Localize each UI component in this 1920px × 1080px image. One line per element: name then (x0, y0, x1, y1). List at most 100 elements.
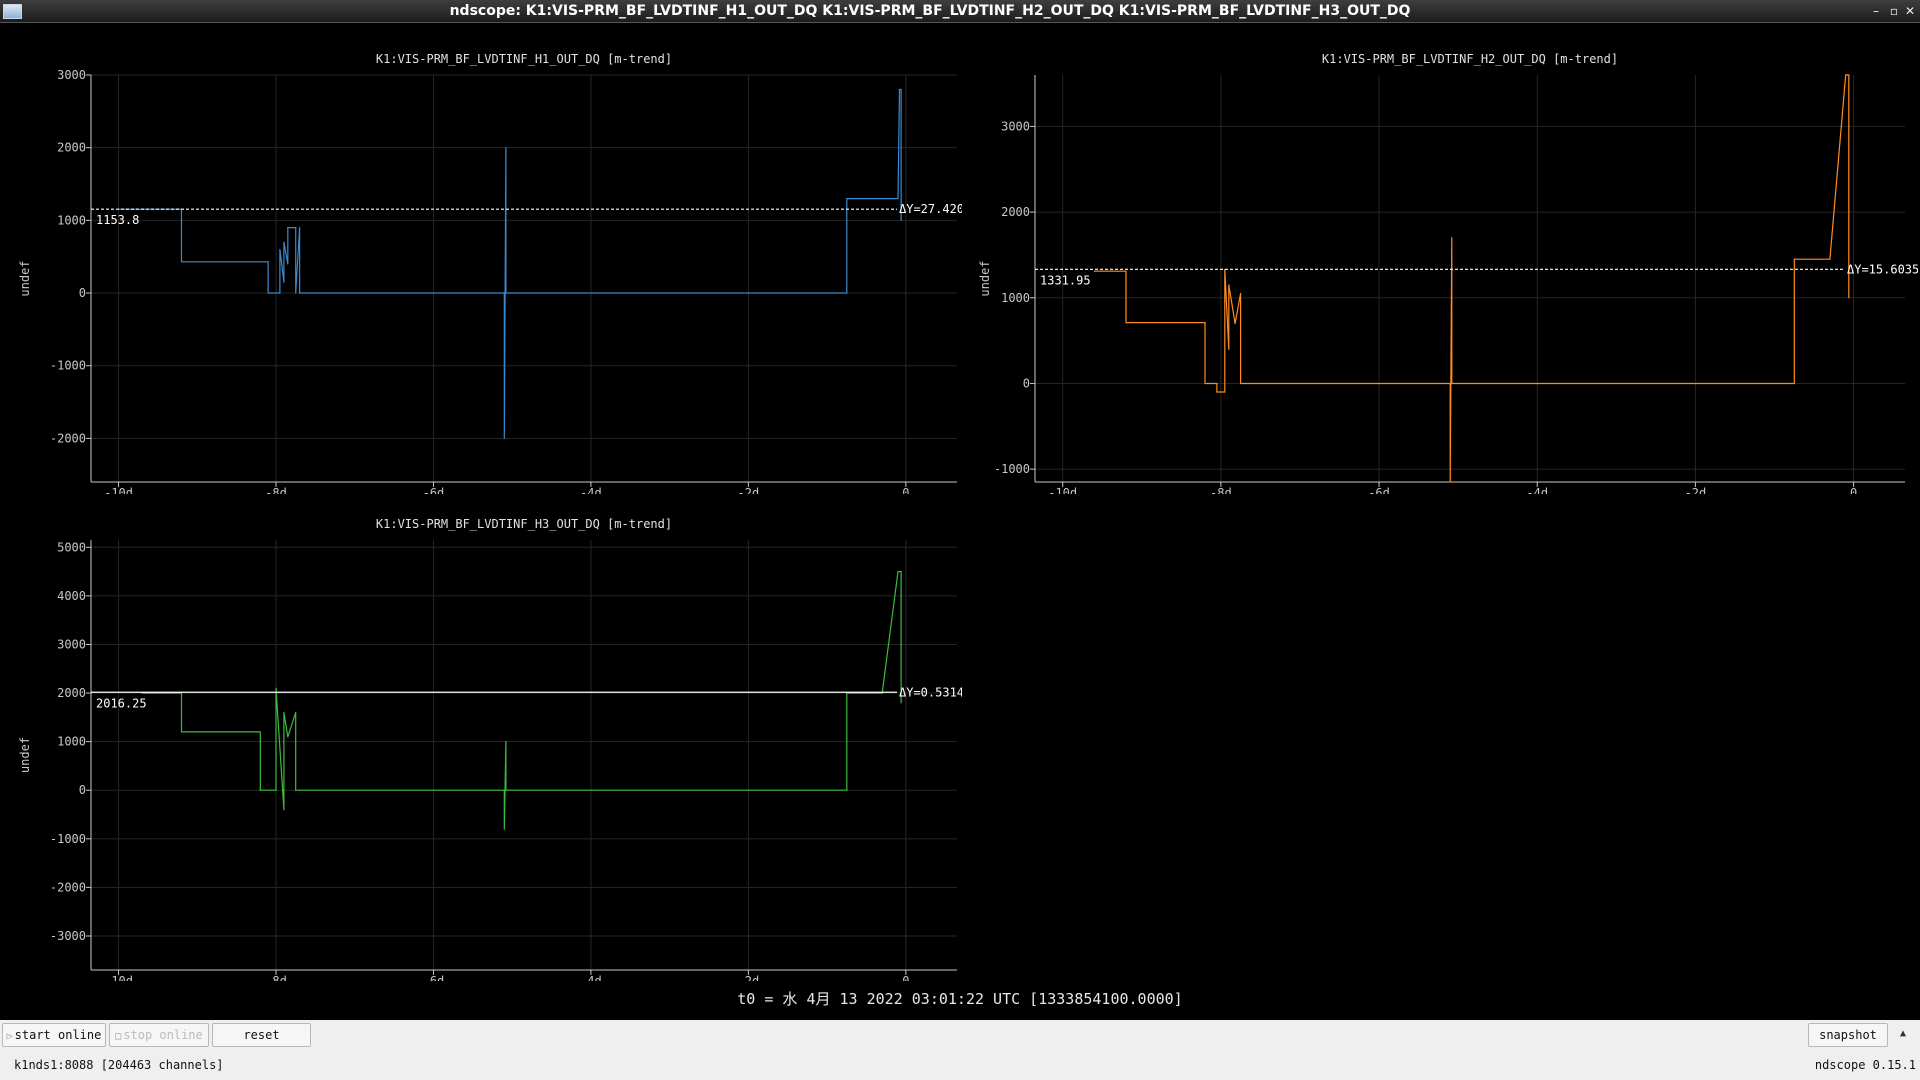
plot-area: -10d -8d -6d -4d -2d 0 -2000 -1000 0 1000 2000 3000… (2, 24, 1918, 1020)
window-title: ndscope: K1:VIS-PRM_BF_LVDTINF_H1_OUT_DQ… (449, 3, 1411, 19)
y-tick-label: -1000 (50, 359, 86, 373)
data-point (287, 736, 289, 738)
stop-online-button[interactable]: □ stop online (109, 1023, 209, 1047)
x-tick-label: -2d (738, 974, 760, 981)
data-point (900, 570, 902, 573)
data-point (846, 197, 848, 200)
y-tick-label: 0 (79, 783, 86, 797)
data-point (306, 292, 309, 294)
cursor-value-label: 1153.8 (96, 213, 139, 227)
minimize-button[interactable]: – (1868, 2, 1884, 20)
plot-title: K1:VIS-PRM_BF_LVDTINF_H2_OUT_DQ [m-trend… (1322, 52, 1618, 66)
data-point (275, 789, 277, 791)
data-point (503, 828, 505, 830)
y-axis-label: undef (18, 260, 32, 296)
stop-icon: □ (115, 1031, 122, 1042)
x-tick-label: -4d (1526, 486, 1548, 494)
data-point (505, 292, 507, 294)
data-point (299, 227, 301, 229)
plot-h2[interactable]: -10d -8d -6d -4d -2d 0 -1000 0 1000 2000 3000 K1:VI… (962, 24, 1918, 494)
x-tick-label: -8d (265, 974, 287, 981)
cursor-value-label: 2016.25 (96, 696, 147, 710)
y-tick-label: 3000 (57, 68, 86, 82)
data-point (1204, 382, 1206, 385)
y-tick-label: 3000 (1001, 119, 1030, 133)
y-tick-label: -1000 (994, 462, 1030, 476)
y-tick-label: -2000 (50, 431, 86, 445)
snapshot-button[interactable]: snapshot (1808, 1023, 1888, 1047)
t0-time-label: t0 = 水 4月 13 2022 03:01:22 UTC [13338541… (737, 990, 1183, 1008)
data-point (897, 570, 899, 573)
play-icon: ▷ (6, 1031, 13, 1042)
data-point (180, 731, 183, 733)
data-point (1449, 382, 1451, 385)
data-point (283, 241, 285, 243)
data-point (295, 789, 297, 791)
data-point (1243, 382, 1246, 385)
data-point (1125, 270, 1127, 272)
data-point (900, 219, 902, 221)
data-point (503, 437, 505, 439)
data-point (1228, 284, 1230, 286)
data-point (900, 88, 902, 91)
x-tick-label: -10d (104, 974, 133, 981)
close-button[interactable]: ✕ (1902, 2, 1918, 20)
data-point (295, 711, 297, 714)
y-tick-label: 1000 (57, 735, 86, 749)
data-point (259, 789, 261, 791)
window-titlebar[interactable]: ndscope: K1:VIS-PRM_BF_LVDTINF_H1_OUT_DQ… (0, 0, 1920, 23)
data-point (900, 702, 902, 704)
data-point (287, 227, 289, 229)
data-point (1125, 322, 1127, 324)
cursor-delta-label: ΔY=27.4208 (899, 202, 962, 216)
data-point (1093, 270, 1095, 272)
data-point (1216, 382, 1218, 385)
x-tick-label: -8d (1210, 486, 1232, 494)
data-point (1451, 382, 1453, 385)
x-tick-label: 0 (902, 974, 909, 981)
data-point (279, 248, 281, 251)
y-tick-label: 5000 (57, 540, 86, 554)
data-point (505, 789, 507, 791)
y-tick-label: 1000 (57, 213, 86, 227)
data-point (295, 292, 297, 294)
data-point (295, 227, 297, 229)
data-point (275, 687, 277, 689)
y-axis-label: undef (18, 737, 32, 773)
y-tick-label: -2000 (50, 880, 86, 894)
data-point (1848, 297, 1850, 299)
plot-h1[interactable]: -10d -8d -6d -4d -2d 0-2000-10000100020003000… (2, 24, 962, 494)
y-axis-label: undef (978, 260, 992, 296)
data-point (1793, 382, 1795, 385)
plot-h3[interactable]: -10d -8d -6d -4d -2d 0 -3000 -2000 -1000 0 1000 200… (2, 489, 962, 981)
reset-button[interactable]: reset (212, 1023, 311, 1047)
data-point (846, 292, 848, 294)
data-point (846, 789, 848, 791)
data-point (1240, 292, 1242, 295)
x-tick-label: -4d (580, 974, 602, 981)
cursor-delta-label: ΔY=0.531463 (899, 685, 962, 699)
maximize-button[interactable]: ▫ (1886, 2, 1902, 20)
y-tick-label: 0 (1023, 376, 1030, 390)
start-online-button[interactable]: ▷ start online (2, 1023, 106, 1047)
plot-title: K1:VIS-PRM_BF_LVDTINF_H1_OUT_DQ [m-trend… (376, 52, 672, 66)
data-point (1216, 391, 1218, 393)
data-point (1224, 391, 1226, 393)
bottom-toolbar: ▷ start online □ stop online reset snapsho… (0, 1020, 1920, 1080)
data-point (180, 261, 183, 263)
data-point (1449, 481, 1451, 483)
y-tick-label: -1000 (50, 832, 86, 846)
data-point (1240, 382, 1242, 385)
data-point (267, 292, 269, 294)
data-point (1829, 258, 1831, 260)
data-point (1451, 237, 1453, 239)
x-tick-label: -2d (1685, 486, 1707, 494)
expand-arrow-icon[interactable]: ▲ (1900, 1028, 1906, 1039)
data-point (881, 197, 883, 200)
plot-title: K1:VIS-PRM_BF_LVDTINF_H3_OUT_DQ [m-trend… (376, 517, 672, 531)
x-tick-label: 0 (1850, 486, 1857, 494)
y-tick-label: 4000 (57, 589, 86, 603)
data-point (897, 197, 899, 200)
data-point (279, 292, 281, 294)
data-point (283, 809, 285, 811)
